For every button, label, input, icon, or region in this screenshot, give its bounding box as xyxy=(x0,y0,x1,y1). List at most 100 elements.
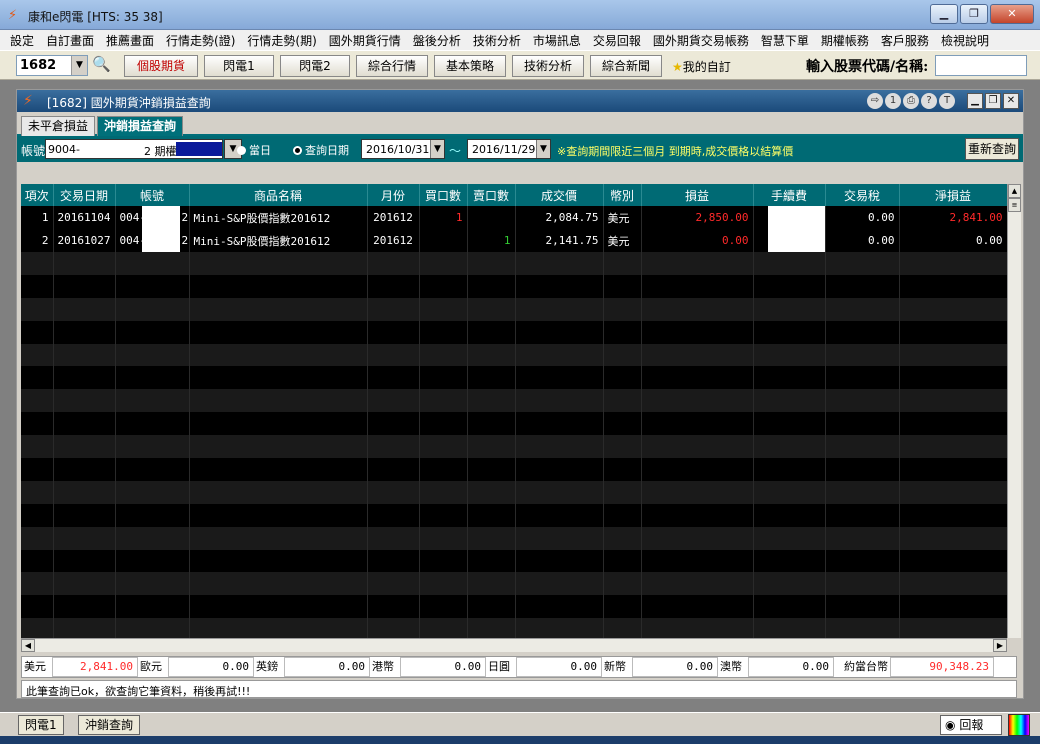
vertical-scrollbar[interactable]: ▲ ≡ xyxy=(1007,184,1021,638)
date-to-select[interactable]: 2016/11/29 ▼ xyxy=(467,139,551,159)
favorites-link[interactable]: ★我的自訂 xyxy=(672,58,731,75)
col-price[interactable]: 成交價 xyxy=(515,184,604,206)
restore-button[interactable]: ❐ xyxy=(960,4,988,24)
menu-foreign-account[interactable]: 國外期貨交易帳務 xyxy=(647,30,755,50)
account-select[interactable]: 9004- 2 期權 ▼ xyxy=(45,139,242,159)
cell-price: 2,141.75 xyxy=(515,229,604,252)
close-button[interactable]: ✕ xyxy=(990,4,1034,24)
tab-open-position[interactable]: 未平倉損益 xyxy=(21,116,96,136)
menu-help[interactable]: 檢視說明 xyxy=(935,30,995,50)
date-from-select[interactable]: 2016/10/31 ▼ xyxy=(361,139,445,159)
code-combo[interactable]: 1682 ▼ xyxy=(16,55,88,76)
search-icon[interactable]: 🔍 xyxy=(92,55,111,73)
help-icon[interactable]: ? xyxy=(921,93,937,109)
account-label: 帳號 xyxy=(21,144,46,158)
menu-after-hours[interactable]: 盤後分析 xyxy=(407,30,467,50)
bottom-tab-lightning1[interactable]: 閃電1 xyxy=(18,715,64,735)
col-net[interactable]: 淨損益 xyxy=(899,184,1007,206)
star-icon: ★ xyxy=(672,60,683,74)
export-icon[interactable]: ⇨ xyxy=(867,93,883,109)
report-label: 回報 xyxy=(959,718,984,732)
radio-today[interactable]: 當日 xyxy=(237,142,271,158)
currency-sgd-value: 0.00 xyxy=(632,657,718,677)
lightning-icon: ⚡ xyxy=(23,93,33,109)
tab-offset-pnl[interactable]: 沖銷損益查詢 xyxy=(97,116,184,136)
menu-technical[interactable]: 技術分析 xyxy=(467,30,527,50)
cell-pnl: 2,850.00 xyxy=(641,206,754,229)
status-message: 此筆查詢已ok，欲查詢它筆資料，稍後再試!!! xyxy=(21,680,1017,698)
lightning-icon: ⚡ xyxy=(8,8,18,23)
menu-futures-trend[interactable]: 行情走勢(期) xyxy=(241,30,322,50)
window-restore-button[interactable]: ❐ xyxy=(985,93,1001,109)
cell-account: 004- 2 xyxy=(115,229,190,252)
info-icon[interactable]: 1 xyxy=(885,93,901,109)
color-palette-icon[interactable] xyxy=(1008,714,1030,736)
news-button[interactable]: 綜合新聞 xyxy=(590,55,662,77)
window-close-button[interactable]: ✕ xyxy=(1003,93,1019,109)
menu-custom-screen[interactable]: 自訂畫面 xyxy=(40,30,100,50)
col-sell[interactable]: 賣口數 xyxy=(467,184,516,206)
account-mask xyxy=(141,206,180,229)
table-row xyxy=(21,343,1007,367)
technical-analysis-button[interactable]: 技術分析 xyxy=(512,55,584,77)
col-buy[interactable]: 買口數 xyxy=(419,184,468,206)
minimize-button[interactable]: ▁ xyxy=(930,4,958,24)
menu-foreign-futures[interactable]: 國外期貨行情 xyxy=(323,30,407,50)
topmost-icon[interactable]: T xyxy=(939,93,955,109)
print-icon[interactable]: ⎙ xyxy=(903,93,919,109)
window-minimize-button[interactable]: ▁ xyxy=(967,93,983,109)
scroll-up-icon[interactable]: ▲ xyxy=(1008,184,1021,198)
col-product[interactable]: 商品名稱 xyxy=(189,184,368,206)
col-no[interactable]: 項次 xyxy=(21,184,54,206)
market-overview-button[interactable]: 綜合行情 xyxy=(356,55,428,77)
lightning2-button[interactable]: 閃電2 xyxy=(280,55,350,77)
bottom-tab-offset-query[interactable]: 沖銷查詢 xyxy=(78,715,141,735)
scroll-thumb[interactable]: ≡ xyxy=(1008,198,1021,212)
col-account[interactable]: 帳號 xyxy=(115,184,190,206)
menu-trade-report[interactable]: 交易回報 xyxy=(587,30,647,50)
app-title-bar: ⚡ 康和e閃電 [HTS: 35 38] ▁ ❐ ✕ xyxy=(0,0,1040,30)
stock-code-input[interactable] xyxy=(935,55,1027,76)
col-tax[interactable]: 交易稅 xyxy=(825,184,900,206)
menu-customer-service[interactable]: 客戶服務 xyxy=(875,30,935,50)
report-button[interactable]: ◉ 回報 xyxy=(940,715,1002,735)
twd-label: 約當台幣 xyxy=(844,660,888,673)
menu-options-account[interactable]: 期權帳務 xyxy=(815,30,875,50)
col-month[interactable]: 月份 xyxy=(367,184,420,206)
chevron-down-icon[interactable]: ▼ xyxy=(71,56,87,75)
table-row[interactable]: 2 20161027 004- 2 Mini-S&P股價指數201612 2016… xyxy=(21,229,1007,252)
requery-button[interactable]: 重新查詢 xyxy=(965,138,1019,160)
table-row xyxy=(21,572,1007,596)
menu-settings[interactable]: 設定 xyxy=(4,30,40,50)
pnl-grid: 項次 交易日期 帳號 商品名稱 月份 買口數 賣口數 成交價 幣別 損益 手續費… xyxy=(21,184,1007,638)
cell-tax: 0.00 xyxy=(825,206,900,229)
menu-market-info[interactable]: 市場訊息 xyxy=(527,30,587,50)
menu-stock-trend[interactable]: 行情走勢(證) xyxy=(160,30,241,50)
col-date[interactable]: 交易日期 xyxy=(53,184,116,206)
table-row[interactable]: 1 20161104 004- 2 Mini-S&P股價指數201612 2016… xyxy=(21,206,1007,229)
radio-query-date[interactable]: 查詢日期 xyxy=(293,142,349,158)
basic-strategy-button[interactable]: 基本策略 xyxy=(434,55,506,77)
table-row xyxy=(21,503,1007,527)
col-fee[interactable]: 手續費 xyxy=(753,184,826,206)
col-pnl[interactable]: 損益 xyxy=(641,184,754,206)
cell-net: 0.00 xyxy=(899,229,1007,252)
cell-month: 201612 xyxy=(367,206,420,229)
app-title: 康和e閃電 [HTS: 35 38] xyxy=(28,10,163,24)
radio-query-label: 查詢日期 xyxy=(305,144,349,157)
scroll-right-icon[interactable]: ▶ xyxy=(993,639,1007,652)
horizontal-scrollbar[interactable]: ◀ ▶ xyxy=(21,638,1007,652)
account-mask xyxy=(141,229,180,252)
chevron-down-icon[interactable]: ▼ xyxy=(536,140,550,158)
lightning1-button[interactable]: 閃電1 xyxy=(204,55,274,77)
stock-futures-button[interactable]: 個股期貨 xyxy=(124,55,198,77)
menu-recommended[interactable]: 推薦畫面 xyxy=(100,30,160,50)
scroll-left-icon[interactable]: ◀ xyxy=(21,639,35,652)
window-title-bar: ⚡ [1682] 國外期貨沖銷損益查詢 ⇨ 1 ⎙ ? T ▁ ❐ ✕ xyxy=(17,90,1023,112)
mdi-workspace: ⚡ [1682] 國外期貨沖銷損益查詢 ⇨ 1 ⎙ ? T ▁ ❐ ✕ 未平倉損… xyxy=(0,80,1040,712)
col-currency[interactable]: 幣別 xyxy=(603,184,642,206)
chevron-down-icon[interactable]: ▼ xyxy=(430,140,444,158)
menu-smart-order[interactable]: 智慧下單 xyxy=(755,30,815,50)
radio-today-label: 當日 xyxy=(249,144,271,157)
currency-hkd-value: 0.00 xyxy=(400,657,486,677)
